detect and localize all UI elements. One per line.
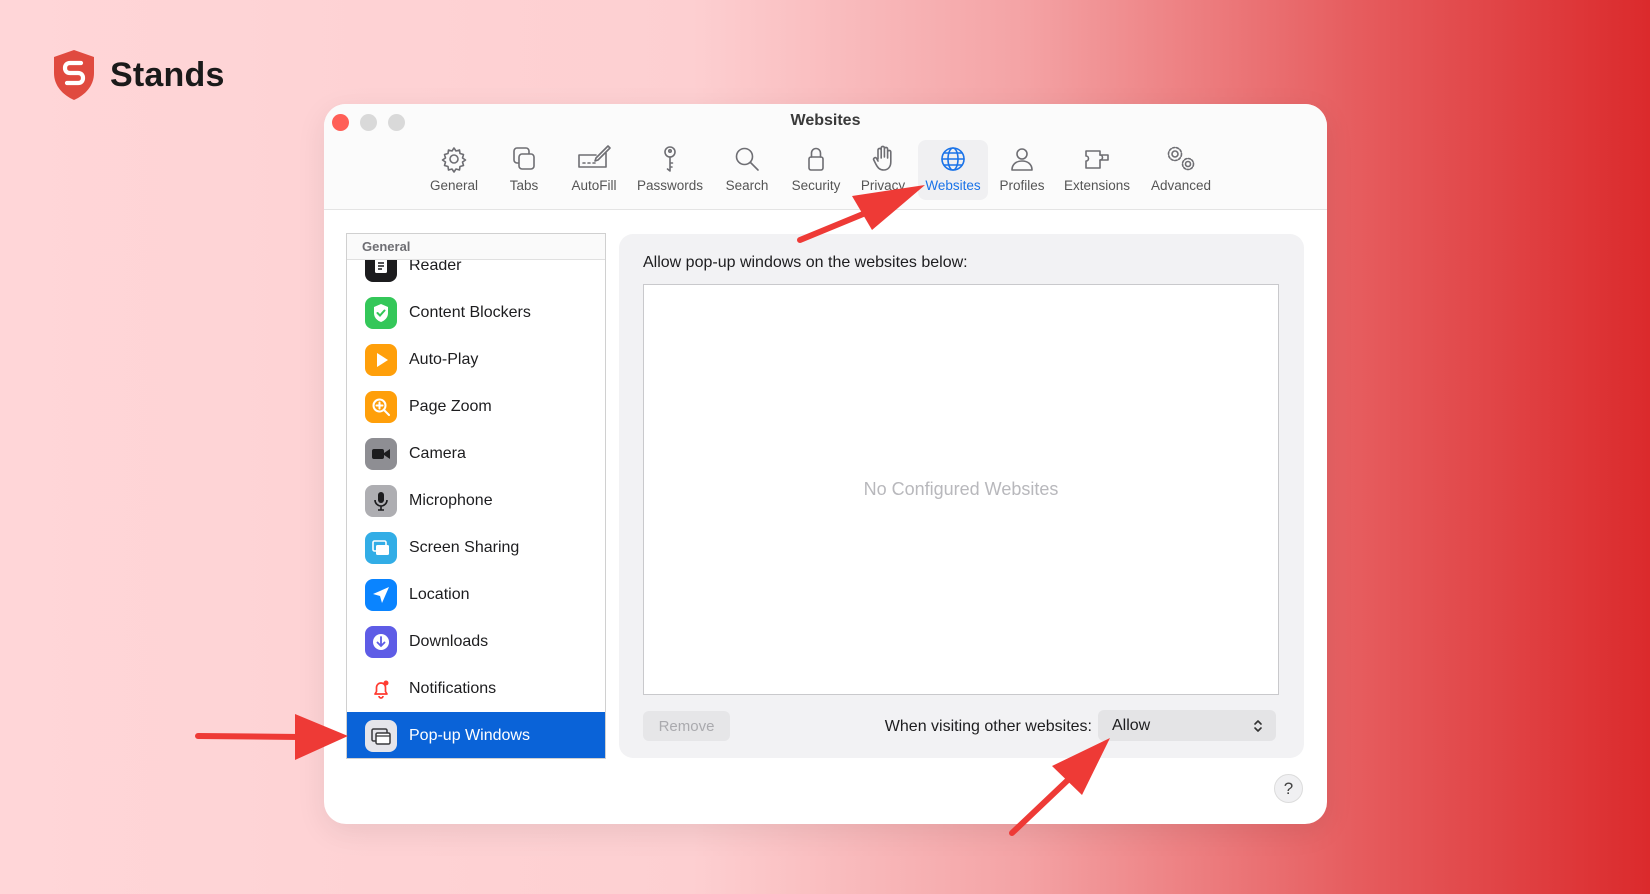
tab-advanced[interactable]: Advanced <box>1148 140 1214 200</box>
sidebar-header: General <box>347 234 605 260</box>
sidebar-item-label: Page Zoom <box>409 397 492 415</box>
window-title: Websites <box>790 112 861 129</box>
sidebar-item-label: Downloads <box>409 632 489 650</box>
bell-icon <box>365 672 397 705</box>
sidebar-item-label: Notifications <box>409 679 497 697</box>
sidebar-item-microphone[interactable]: Microphone <box>347 477 605 524</box>
safari-settings-window: Websites General Tabs AutoFill Passwords… <box>324 104 1327 824</box>
sidebar-item-screen-sharing[interactable]: Screen Sharing <box>347 524 605 571</box>
brand-name: Stands <box>110 55 225 94</box>
settings-toolbar: General Tabs AutoFill Passwords Search S… <box>324 140 1327 204</box>
search-icon <box>735 147 759 171</box>
shield-check-icon <box>365 296 397 329</box>
brand: Stands <box>50 48 225 102</box>
sidebar-item-page-zoom[interactable]: Page Zoom <box>347 383 605 430</box>
configured-websites-list[interactable]: No Configured Websites <box>643 284 1279 695</box>
sidebar-item-label: Location <box>409 585 470 603</box>
chevron-up-down-icon <box>1254 719 1262 732</box>
location-icon <box>365 578 397 611</box>
tab-autofill[interactable]: AutoFill <box>568 140 620 200</box>
gears-icon <box>1167 146 1195 171</box>
tab-label: Search <box>725 178 769 193</box>
tab-tabs[interactable]: Tabs <box>502 140 546 200</box>
select-value: Allow <box>1112 716 1151 734</box>
puzzle-icon <box>1085 150 1109 169</box>
tab-label: Passwords <box>636 178 704 193</box>
panel-description: Allow pop-up windows on the websites bel… <box>643 254 968 271</box>
tabs-icon <box>513 147 535 170</box>
help-button[interactable]: ? <box>1274 774 1303 803</box>
tab-extensions[interactable]: Extensions <box>1062 140 1132 200</box>
camera-icon <box>365 437 397 470</box>
person-icon <box>1011 148 1033 171</box>
empty-list-text: No Configured Websites <box>863 479 1059 499</box>
zoom-icon <box>365 390 397 423</box>
tab-label: Extensions <box>1063 178 1131 193</box>
other-websites-select[interactable]: Allow <box>1098 710 1276 741</box>
tab-passwords[interactable]: Passwords <box>634 140 706 200</box>
sidebar-item-label: Microphone <box>409 491 493 509</box>
tab-label: Advanced <box>1150 178 1212 193</box>
sidebar: General Reader Content Blockers Auto-Pla… <box>346 233 606 759</box>
sidebar-item-label: Content Blockers <box>409 303 531 321</box>
tab-label: Profiles <box>999 178 1045 193</box>
lock-icon <box>808 147 824 171</box>
gear-icon <box>441 147 467 173</box>
sidebar-item-auto-play[interactable]: Auto-Play <box>347 336 605 383</box>
sidebar-item-label: Camera <box>409 444 466 462</box>
hand-icon <box>872 145 892 171</box>
sidebar-item-location[interactable]: Location <box>347 571 605 618</box>
sidebar-item-label: Auto-Play <box>409 350 479 368</box>
tab-label: Tabs <box>509 178 539 193</box>
sidebar-item-content-blockers[interactable]: Content Blockers <box>347 289 605 336</box>
key-icon <box>664 146 676 172</box>
sidebar-item-notifications[interactable]: Notifications <box>347 665 605 712</box>
titlebar: Websites General Tabs AutoFill Passwords… <box>324 104 1327 210</box>
tab-label: General <box>429 178 479 193</box>
tab-label: Websites <box>925 178 981 193</box>
play-icon <box>365 343 397 376</box>
microphone-icon <box>365 484 397 517</box>
sidebar-item-camera[interactable]: Camera <box>347 430 605 477</box>
tab-label: Privacy <box>860 178 906 193</box>
tab-general[interactable]: General <box>426 140 482 200</box>
tab-label: AutoFill <box>571 178 617 193</box>
stands-logo-icon <box>54 50 94 100</box>
tab-profiles[interactable]: Profiles <box>996 140 1048 200</box>
popup-windows-icon <box>365 719 397 752</box>
other-websites-label: When visiting other websites: <box>884 718 1092 735</box>
download-icon <box>365 625 397 658</box>
sidebar-item-label: Pop-up Windows <box>409 726 530 744</box>
tab-search[interactable]: Search <box>722 140 772 200</box>
autofill-icon <box>578 145 611 168</box>
sidebar-item-pop-up-windows[interactable]: Pop-up Windows <box>347 712 605 758</box>
tab-security[interactable]: Security <box>786 140 846 200</box>
sidebar-item-label: Screen Sharing <box>409 538 520 556</box>
screen-share-icon <box>365 531 397 564</box>
sidebar-list: Reader Content Blockers Auto-Play Page Z… <box>347 242 605 758</box>
websites-panel: Allow pop-up windows on the websites bel… <box>619 234 1304 758</box>
tab-websites[interactable]: Websites <box>918 140 988 200</box>
globe-icon <box>941 147 965 171</box>
sidebar-item-downloads[interactable]: Downloads <box>347 618 605 665</box>
remove-button[interactable]: Remove <box>643 711 730 741</box>
tab-label: Security <box>791 178 841 193</box>
tab-privacy[interactable]: Privacy <box>858 140 908 200</box>
